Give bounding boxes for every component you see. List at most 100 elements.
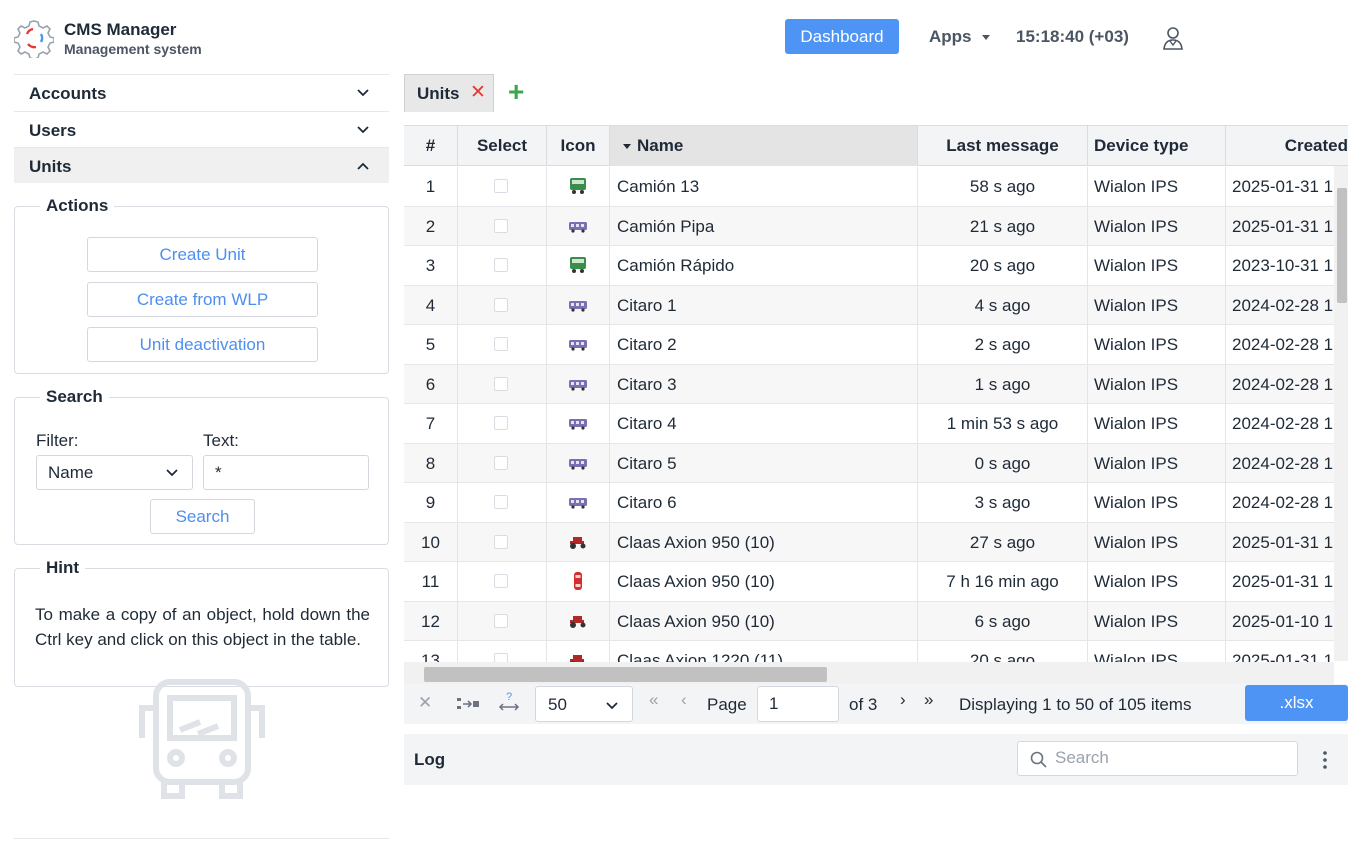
row-checkbox[interactable] <box>494 337 508 351</box>
scrollbar-thumb[interactable] <box>424 667 827 682</box>
log-title: Log <box>414 750 446 769</box>
paging-toolbar: ✕ ? 50 « ‹ Page of 3 › » Displaying 1 to… <box>404 684 1348 724</box>
app-subtitle: Management system <box>64 41 202 57</box>
scrollbar-thumb[interactable] <box>1337 188 1347 303</box>
export-xlsx-button[interactable]: .xlsx <box>1245 685 1348 721</box>
cell-device-type: Wialon IPS <box>1088 562 1226 601</box>
cell-device-type: Wialon IPS <box>1088 206 1226 246</box>
apps-menu[interactable]: Apps <box>929 27 990 47</box>
next-page-icon[interactable]: › <box>900 690 906 710</box>
row-checkbox[interactable] <box>494 179 508 193</box>
cell-select <box>458 483 547 522</box>
cell-last-message: 6 s ago <box>918 601 1088 641</box>
more-vertical-icon[interactable] <box>1318 748 1332 772</box>
page-size-select[interactable]: 50 <box>535 686 633 722</box>
cell-icon <box>547 285 610 325</box>
column-width-help-icon[interactable]: ? <box>498 690 520 714</box>
cell-device-type: Wialon IPS <box>1088 404 1226 443</box>
apps-menu-label: Apps <box>929 27 972 46</box>
table-row[interactable]: 3 Camión Rápido 20 s ago Wialon IPS 2023-10-… <box>404 246 1334 286</box>
row-checkbox[interactable] <box>494 534 508 549</box>
cell-icon <box>547 443 610 483</box>
cell-last-message: 7 h 16 min ago <box>918 562 1088 601</box>
row-checkbox[interactable] <box>494 218 508 233</box>
row-checkbox[interactable] <box>494 613 508 628</box>
cell-name: Citaro 5 <box>610 443 918 483</box>
col-header-last-message[interactable]: Last message <box>918 126 1088 166</box>
actions-panel: Actions Create Unit Create from WLP Unit… <box>14 196 389 374</box>
filter-select[interactable]: Name <box>36 455 193 490</box>
prev-page-icon[interactable]: ‹ <box>681 690 687 710</box>
unit-deactivation-button[interactable]: Unit deactivation <box>87 327 318 362</box>
col-header-icon[interactable]: Icon <box>547 126 610 166</box>
row-checkbox[interactable] <box>494 376 508 391</box>
table-row[interactable]: 12 Claas Axion 950 (10) 6 s ago Wialon IPS 2… <box>404 601 1334 641</box>
row-checkbox[interactable] <box>494 297 508 312</box>
create-unit-button[interactable]: Create Unit <box>87 237 318 272</box>
cell-device-type: Wialon IPS <box>1088 285 1226 325</box>
table-row[interactable]: 9 Citaro 63 s ago Wialon IPS 2024-02-28 1 <box>404 483 1334 523</box>
log-search[interactable] <box>1017 741 1298 776</box>
create-from-wlp-button[interactable]: Create from WLP <box>87 282 318 317</box>
col-header-select[interactable]: Select <box>458 126 547 166</box>
hint-panel: Hint To make a copy of an object, hold d… <box>14 558 389 687</box>
table-row[interactable]: 1 Camión 13 58 s ago Wialon IPS 2025-01-31 1 <box>404 167 1334 207</box>
filter-value: Name <box>48 463 94 482</box>
log-panel: Log <box>404 734 1348 785</box>
gear-logo-icon <box>14 20 54 58</box>
row-checkbox[interactable] <box>494 495 508 509</box>
search-button[interactable]: Search <box>150 499 255 534</box>
cell-last-message: 2 s ago <box>918 325 1088 364</box>
first-page-icon[interactable]: « <box>649 690 658 710</box>
chevron-down-icon <box>357 89 369 97</box>
row-checkbox[interactable] <box>494 258 508 272</box>
cell-name: Citaro 4 <box>610 404 918 443</box>
col-header-device-type[interactable]: Device type <box>1088 126 1226 166</box>
page-number-input[interactable] <box>757 686 839 722</box>
cell-name: Citaro 1 <box>610 285 918 325</box>
table-row[interactable]: 11 Claas Axion 950 (10) 7 h 16 min ago Wial… <box>404 562 1334 602</box>
cell-created: 2024-02-28 1 <box>1232 335 1334 354</box>
app-title: CMS Manager <box>64 20 177 39</box>
fit-columns-icon[interactable] <box>456 696 480 712</box>
table-row[interactable]: 4 Citaro 14 s ago Wialon IPS 2024-02-28 1 <box>404 285 1334 325</box>
sort-desc-icon <box>623 144 631 150</box>
cell-number: 12 <box>404 601 458 641</box>
table-row[interactable]: 6 Citaro 31 s ago Wialon IPS 2024-02-28 1 <box>404 364 1334 404</box>
col-header-name[interactable]: Name <box>610 126 918 166</box>
cell-last-message: 4 s ago <box>918 285 1088 325</box>
col-header-created[interactable]: Created <box>1226 126 1348 166</box>
accordion-users[interactable]: Users <box>14 111 389 147</box>
cell-device-type: Wialon IPS <box>1088 483 1226 522</box>
cell-created: 2024-02-28 1 <box>1232 295 1334 315</box>
cell-device-type: Wialon IPS <box>1088 364 1226 404</box>
cell-device-type: Wialon IPS <box>1088 443 1226 483</box>
tab-units[interactable]: Units ✕ <box>404 74 494 112</box>
table-row[interactable]: 8 Citaro 50 s ago Wialon IPS 2024-02-28 1 <box>404 443 1334 483</box>
table-row[interactable]: 7 Citaro 41 min 53 s ago Wialon IPS 2024-02… <box>404 404 1334 444</box>
accordion-label: Units <box>29 157 72 176</box>
dashboard-button[interactable]: Dashboard <box>785 19 899 54</box>
cell-created: 2025-01-10 1 <box>1232 611 1334 631</box>
table-row[interactable]: 2 Camión Pipa 21 s ago Wialon IPS 2025-01-31… <box>404 206 1334 246</box>
last-page-icon[interactable]: » <box>924 690 933 710</box>
row-checkbox[interactable] <box>494 574 508 588</box>
horizontal-scrollbar[interactable] <box>404 662 1334 684</box>
row-checkbox[interactable] <box>494 416 508 430</box>
accordion-label: Users <box>29 121 77 140</box>
table-row[interactable]: 10 Claas Axion 950 (10) 27 s ago Wialon IPS… <box>404 522 1334 562</box>
close-icon[interactable]: ✕ <box>470 83 486 102</box>
add-tab-button[interactable]: + <box>508 78 524 106</box>
log-search-input[interactable] <box>1055 748 1285 768</box>
accordion-units[interactable]: Units <box>14 147 389 183</box>
accordion-accounts[interactable]: Accounts <box>14 74 389 110</box>
table-row[interactable]: 5 Citaro 22 s ago Wialon IPS 2024-02-28 1 <box>404 325 1334 365</box>
cell-select <box>458 167 547 206</box>
vertical-scrollbar[interactable] <box>1334 166 1348 661</box>
search-panel: Search Filter: Text: Name Search <box>14 387 389 545</box>
row-checkbox[interactable] <box>494 455 508 470</box>
clear-icon[interactable]: ✕ <box>418 693 432 713</box>
user-icon[interactable] <box>1160 24 1186 52</box>
search-text-input[interactable] <box>203 455 369 490</box>
col-header-number[interactable]: # <box>404 126 458 166</box>
